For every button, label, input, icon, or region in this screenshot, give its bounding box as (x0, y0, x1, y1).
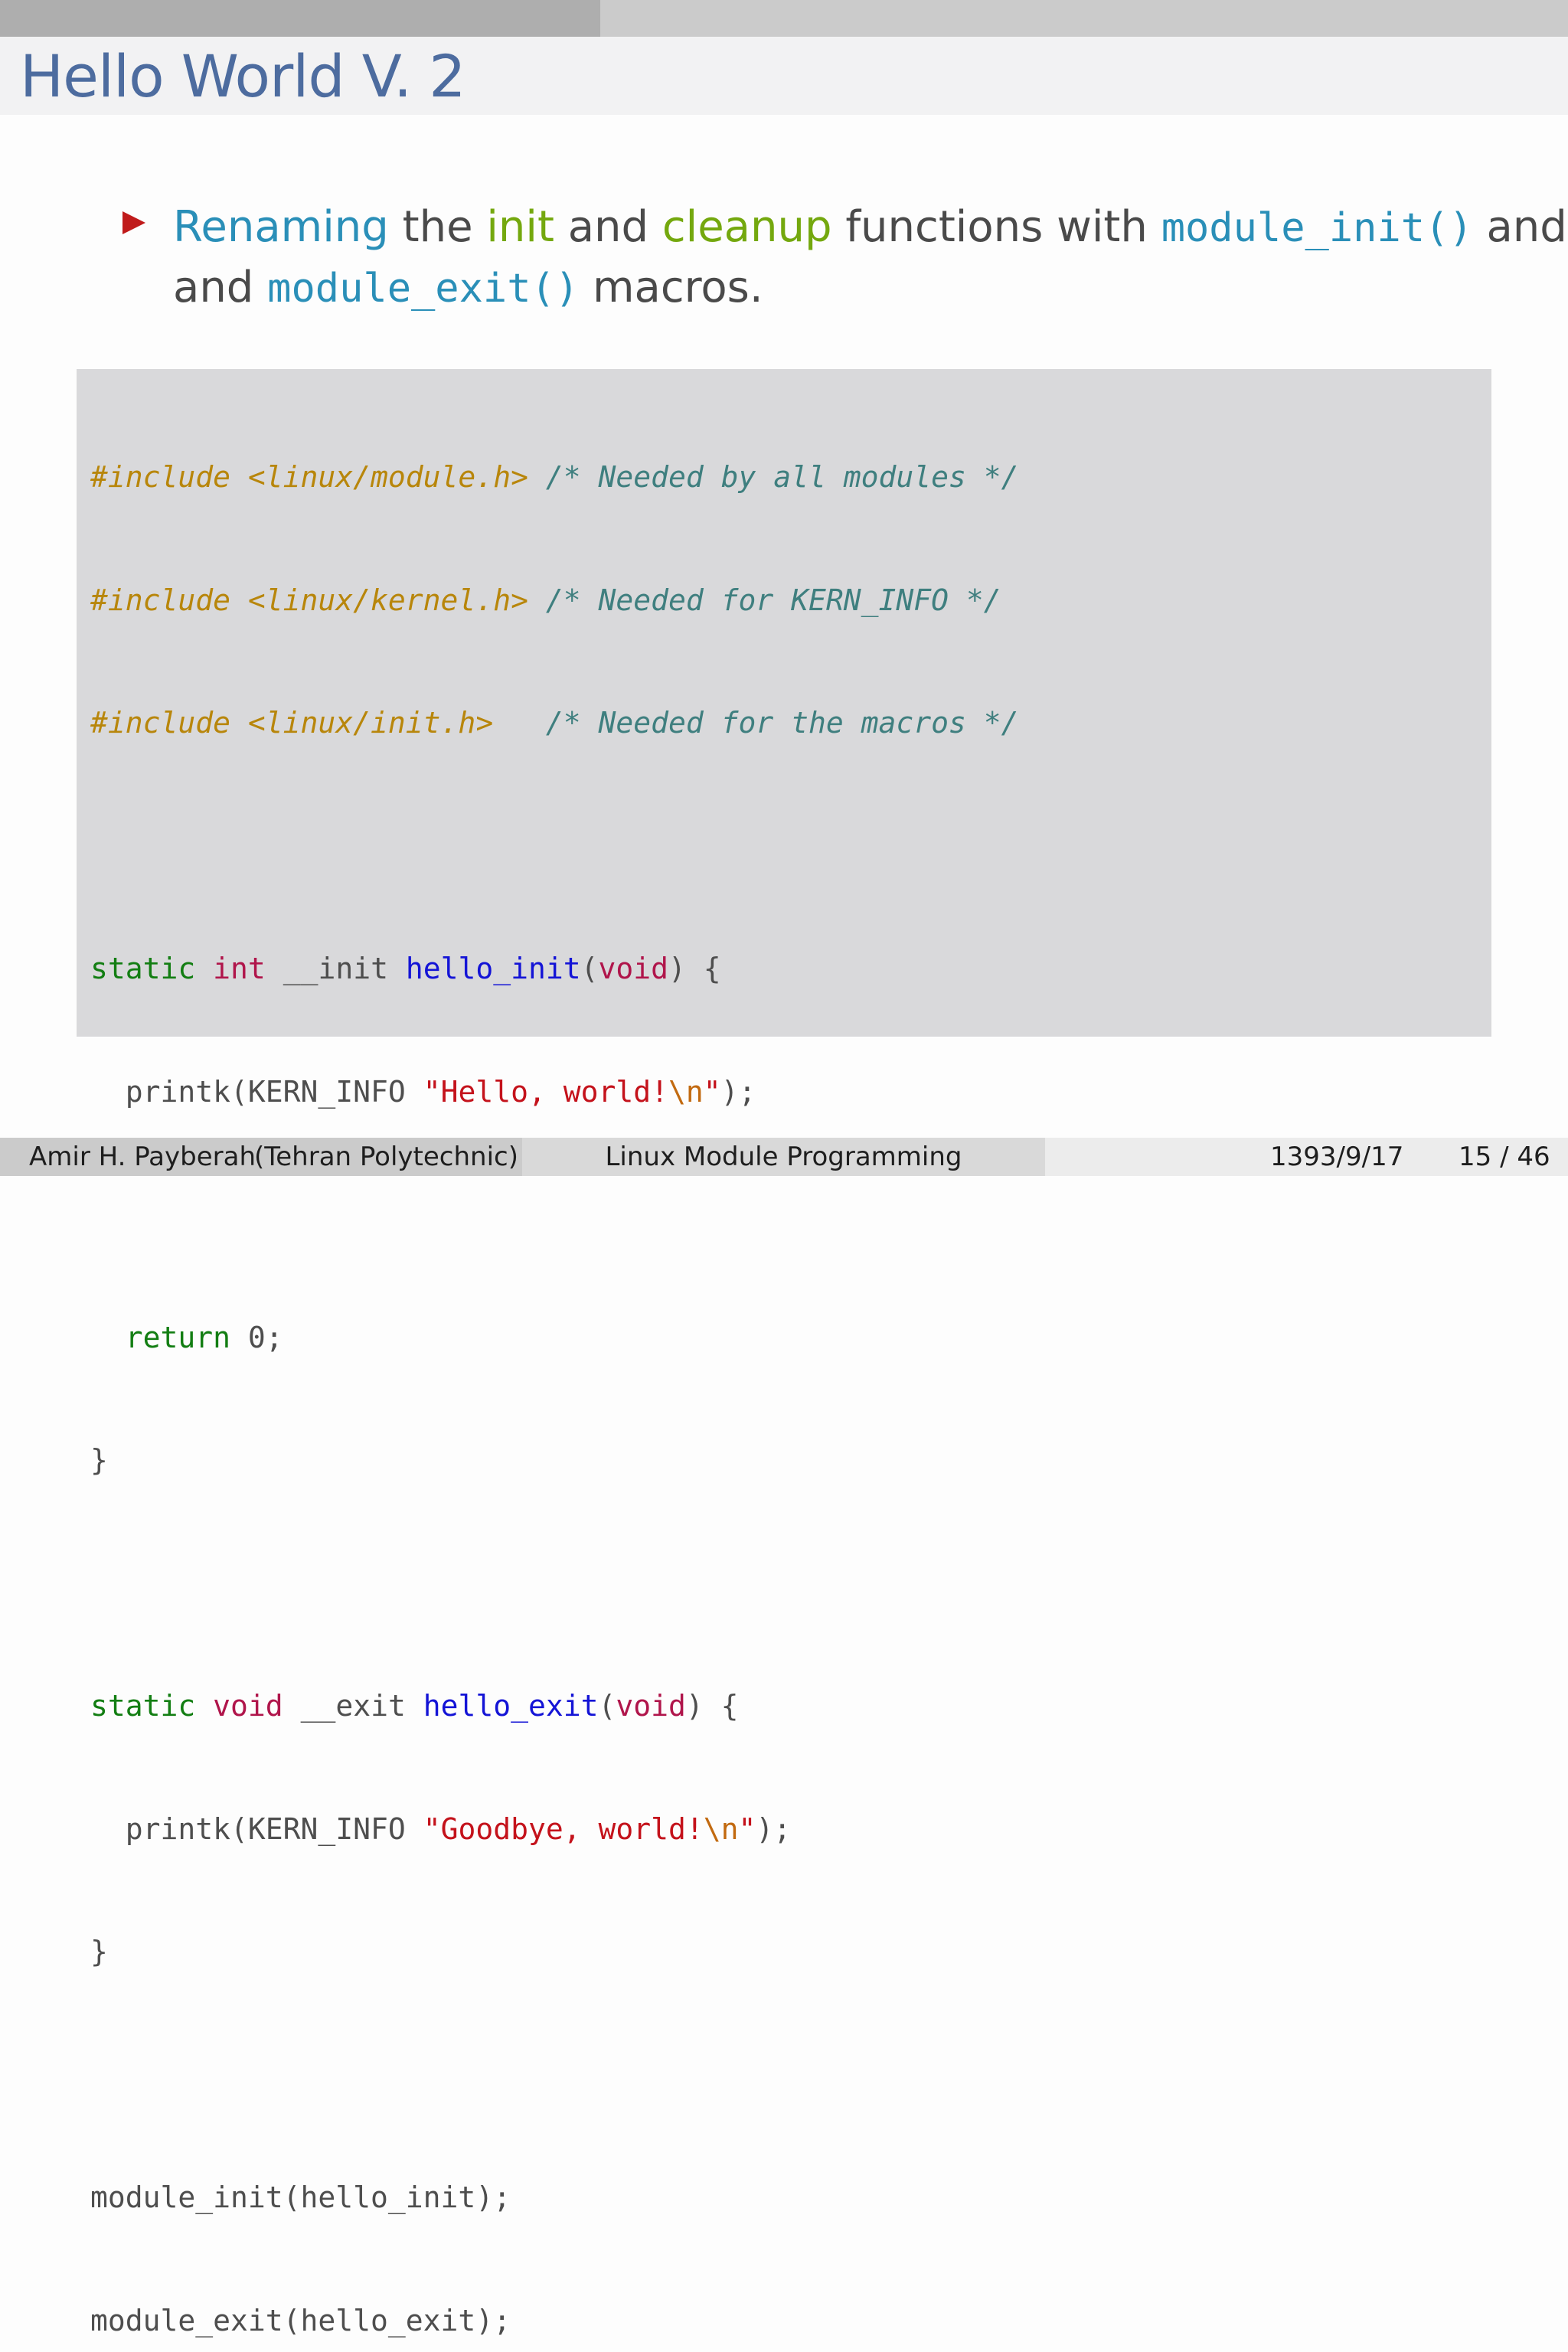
code-line: } (90, 1440, 1019, 1481)
bullet-keyword-init: init (486, 202, 554, 252)
code-preprocessor: #include <linux/module.h> (90, 460, 528, 494)
bullet-code-module-exit: module_exit() (267, 266, 580, 312)
footer-date: 1393/9/17 (1270, 1142, 1404, 1172)
code-plain: __init (265, 952, 406, 985)
code-plain: ( (580, 952, 599, 985)
bullet-keyword-cleanup: cleanup (662, 202, 832, 252)
code-plain: ( (598, 1689, 616, 1723)
frame-title: Hello World V. 2 (20, 42, 466, 110)
code-type: void (598, 952, 669, 985)
footer-bar: Amir H. Payberah (Tehran Polytechnic) Li… (0, 1138, 1568, 1176)
footer-title-section: Linux Module Programming (522, 1138, 1045, 1176)
code-preprocessor: #include <linux/kernel.h> (90, 583, 528, 617)
code-escape: \n (703, 1811, 739, 1846)
bullet-keyword-renaming: Renaming (173, 202, 389, 252)
code-escape: \n (668, 1074, 704, 1109)
bullet-text-segment: the (388, 202, 487, 252)
code-plain: __exit (283, 1689, 423, 1723)
code-line: #include <linux/module.h> /* Needed by a… (90, 457, 1019, 498)
code-string: " (738, 1811, 756, 1846)
bullet-text-segment: and (173, 263, 268, 312)
progress-strip (0, 0, 1568, 37)
code-line: } (90, 1932, 1019, 1973)
bullet-text-segment: and (1472, 202, 1567, 252)
code-plain: } (90, 1935, 108, 1968)
footer-page-number: 15 / 46 (1459, 1142, 1550, 1172)
code-plain: ); (756, 1811, 792, 1846)
code-plain: ) { (685, 1689, 739, 1723)
code-line: module_exit(hello_exit); (90, 2301, 1019, 2342)
progress-fill (0, 0, 601, 37)
code-listing: #include <linux/module.h> /* Needed by a… (90, 375, 1019, 2352)
code-string: "Goodbye, world! (423, 1811, 704, 1846)
footer-author: Amir H. Payberah (29, 1142, 256, 1172)
code-line: printk(KERN_INFO "Goodbye, world!\n"); (90, 1809, 1019, 1851)
code-plain: 0; (230, 1320, 283, 1354)
code-type: void (616, 1689, 686, 1723)
code-comment: /* Needed for KERN_INFO */ (545, 583, 1001, 617)
code-keyword: return (125, 1320, 231, 1354)
footer-title: Linux Module Programming (605, 1142, 962, 1172)
code-line: #include <linux/init.h> /* Needed for th… (90, 703, 1019, 744)
code-plain: } (90, 1443, 108, 1477)
code-line: #include <linux/kernel.h> /* Needed for … (90, 580, 1019, 622)
bullet-code-module-init: module_init() (1161, 205, 1473, 251)
code-type: int (213, 952, 266, 985)
triangle-bullet-icon (122, 211, 145, 234)
bullet-text-segment: functions with (831, 202, 1161, 252)
bullet-line-1: Renaming the init and cleanup functions … (173, 198, 1568, 258)
bullet-text-segment: macros. (579, 263, 763, 312)
code-comment: /* Needed by all modules */ (545, 460, 1019, 494)
code-plain (90, 1321, 126, 1354)
code-keyword: static (90, 952, 196, 985)
bullet-line-2: and module_exit() macros. (173, 258, 1568, 318)
code-line: static void __exit hello_exit(void) { (90, 1686, 1019, 1727)
code-string: " (703, 1074, 721, 1109)
code-line: module_init(hello_init); (90, 2177, 1019, 2219)
bullet-text-segment: and (554, 202, 662, 252)
code-plain: printk(KERN_INFO (90, 1074, 423, 1109)
code-plain: printk(KERN_INFO (90, 1811, 423, 1846)
footer-author-section: Amir H. Payberah (Tehran Polytechnic) (0, 1138, 522, 1176)
code-preprocessor: #include <linux/init.h> (90, 706, 494, 740)
code-string: "Hello, world! (423, 1074, 668, 1109)
code-plain: module_exit(hello_exit); (90, 2303, 511, 2337)
code-function-name: hello_exit (423, 1689, 599, 1723)
code-plain: ) { (668, 952, 721, 985)
code-comment: /* Needed for the macros */ (545, 706, 1019, 740)
bullet-text: Renaming the init and cleanup functions … (173, 198, 1568, 318)
code-function-name: hello_init (405, 952, 581, 985)
code-plain: module_init(hello_init); (90, 2180, 511, 2214)
code-line: static int __init hello_init(void) { (90, 949, 1019, 990)
code-line: return 0; (90, 1318, 1019, 1359)
footer-institution: (Tehran Polytechnic) (254, 1142, 518, 1172)
footer-date-section: 1393/9/17 15 / 46 (1045, 1138, 1568, 1176)
code-type: void (213, 1689, 283, 1723)
code-keyword: static (90, 1689, 196, 1723)
code-plain: ); (720, 1074, 756, 1109)
code-line: printk(KERN_INFO "Hello, world!\n"); (90, 1072, 1019, 1113)
